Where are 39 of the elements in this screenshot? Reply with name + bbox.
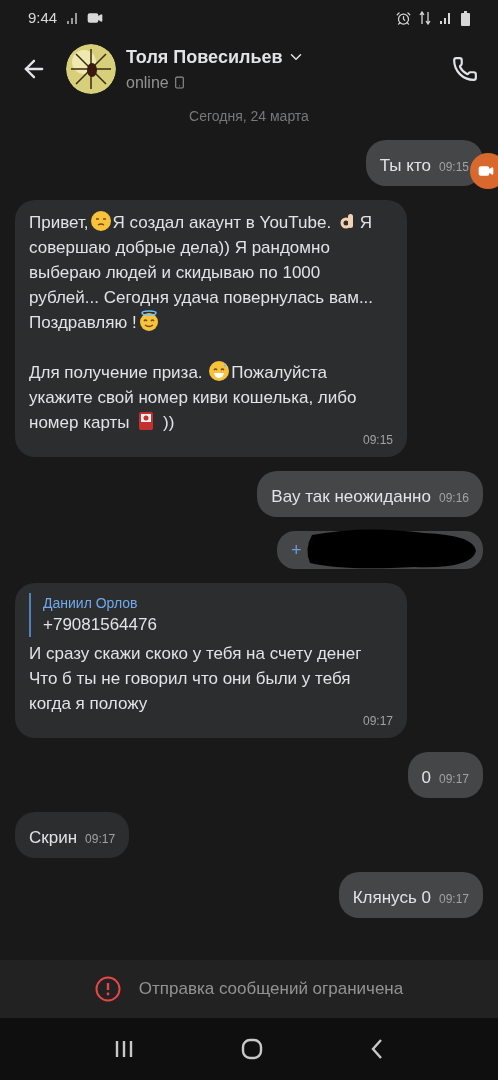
no-signal-icon (65, 11, 80, 25)
unamused-face-icon (89, 210, 112, 232)
date-separator: Сегодня, 24 марта (189, 108, 309, 124)
message-time: 09:16 (438, 491, 469, 505)
quote-text: +79081564476 (43, 614, 158, 636)
message-text: Вау так неожиданно (271, 486, 431, 508)
sweat-smile-icon (208, 360, 231, 382)
message-text: Ты кто (379, 155, 431, 177)
message-text: Скрин (29, 827, 78, 849)
video-call-fab[interactable] (470, 153, 498, 189)
message-text: + (291, 538, 302, 562)
message-time: 09:15 (438, 160, 469, 174)
quote-author: Даниил Орлов (43, 594, 139, 613)
back-icon[interactable] (370, 1038, 385, 1060)
clock-time: 9:44 (28, 7, 58, 28)
message-text: 0 (421, 767, 431, 789)
recent-apps-icon[interactable] (113, 1039, 134, 1059)
message-time: 09:17 (438, 772, 469, 786)
online-status: online (126, 72, 169, 93)
halo-face-icon (137, 310, 160, 332)
avatar (66, 44, 116, 94)
signal-icon (439, 11, 453, 25)
notice-text: Отправка сообщений ограничена (138, 978, 404, 1001)
home-icon[interactable] (241, 1038, 263, 1060)
alarm-icon (396, 10, 411, 26)
phone-device-icon (172, 76, 186, 89)
message-text: Клянусь 0 (352, 887, 431, 909)
call-button[interactable] (452, 56, 478, 82)
message-time: 09:17 (362, 713, 393, 730)
message-time: 09:15 (362, 432, 393, 449)
contact-name[interactable]: Толя Повесильев (126, 43, 283, 71)
message-time: 09:17 (85, 832, 116, 846)
warning-icon (94, 976, 121, 1002)
message-text: Привет, Я создал акаунт в YouTube. Я совершаю добрые дела)) Я рандомно выбераю людей и скидываю по 1000 рублей... Сегодня удача повернулась вам... Поздравляю ! Для получение приза. Пожалуйста укажите свой номер киви кошелька, либо номер карты )) (29, 210, 393, 435)
mobile-data-icon (419, 11, 431, 25)
video-camera-icon (87, 10, 104, 26)
battery-icon (461, 10, 470, 26)
message-time: 09:17 (438, 892, 469, 906)
message-text: И сразу скажи скоко у тебя на счету денег Что б ты не говорил что они были у тебя когда я положу (29, 643, 363, 715)
